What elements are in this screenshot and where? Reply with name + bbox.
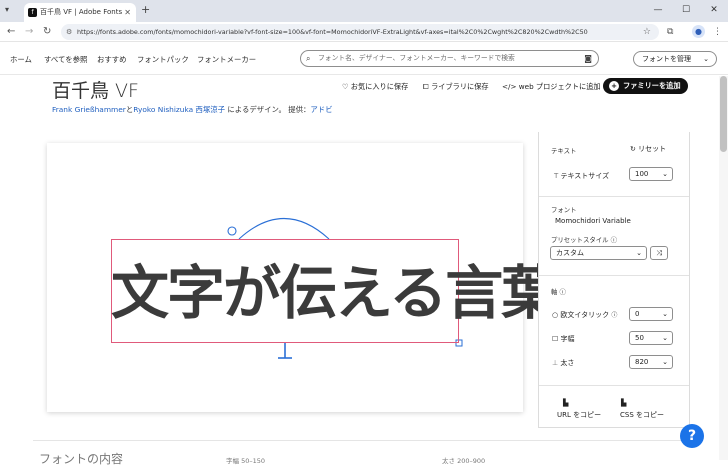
info-icon[interactable]: ⓘ: [611, 236, 617, 244]
add-family-label: ファミリーを追加: [623, 81, 681, 90]
axis-width-label: ☐ 字幅: [552, 334, 575, 344]
text-size-text: テキストサイズ: [560, 172, 610, 180]
width-axis-icon: ☐: [552, 335, 559, 343]
preset-style-label: プリセットスタイル ⓘ: [551, 235, 617, 244]
axis-weight-select[interactable]: 820 ⌄: [629, 355, 673, 369]
axis-weight-value: 820: [635, 358, 649, 366]
copy-css-button[interactable]: CSS をコピー: [620, 410, 664, 420]
scrollbar-thumb[interactable]: [720, 76, 727, 152]
font-section-label: フォント: [551, 206, 577, 214]
bookmark-star-icon[interactable]: ☆: [643, 24, 651, 40]
italic-arc-handle[interactable]: [238, 218, 330, 240]
text-section-label: テキスト: [551, 147, 577, 155]
axis-italic-select[interactable]: 0 ⌄: [629, 307, 673, 321]
axis-width-value: 50: [635, 334, 644, 342]
divider: [539, 385, 689, 386]
text-size-label: T テキストサイズ: [554, 171, 609, 181]
reset-icon: ↻: [630, 145, 636, 153]
add-family-button[interactable]: + ファミリーを追加: [603, 78, 688, 94]
profile-avatar-icon[interactable]: ●: [692, 25, 705, 38]
copy-url-icon[interactable]: ▙: [563, 399, 568, 407]
text-size-value: 100: [635, 170, 649, 178]
axis-italic-label: ○ 欧文イタリック ⓘ: [552, 310, 617, 320]
help-button[interactable]: ?: [680, 424, 704, 448]
reset-label: リセット: [638, 145, 667, 153]
axis-italic-value: 0: [635, 310, 640, 318]
divider: [539, 196, 689, 197]
italic-axis-icon: ○: [552, 311, 559, 319]
weight-range: 太さ 200–900: [442, 457, 486, 465]
axis-width-text: 字幅: [560, 335, 575, 343]
chevron-down-icon: ⌄: [662, 334, 668, 342]
divider: [539, 275, 689, 276]
chevron-down-icon: ⌄: [662, 358, 668, 366]
text-size-select[interactable]: 100 ⌄: [629, 167, 673, 181]
preset-style-text: プリセットスタイル: [551, 236, 609, 244]
preset-style-value: カスタム: [556, 249, 584, 257]
shuffle-button[interactable]: ⤨: [650, 246, 668, 260]
weight-axis-icon: ⊥: [552, 359, 559, 367]
font-name: Momochidori Variable: [555, 217, 631, 225]
copy-css-icon[interactable]: ▙: [621, 399, 626, 407]
axis-weight-label: ⊥ 太さ: [552, 358, 574, 368]
cloud-add-icon: +: [609, 81, 619, 91]
axis-italic-text: 欧文イタリック: [560, 311, 610, 319]
chevron-down-icon: ⌄: [662, 170, 668, 178]
axis-weight-text: 太さ: [560, 359, 575, 367]
chevron-down-icon: ⌄: [703, 55, 709, 63]
window-controls: — ☐ ✕: [644, 0, 728, 22]
shuffle-icon: ⤨: [656, 249, 662, 257]
chevron-down-icon: ⌄: [662, 310, 668, 318]
extensions-icon[interactable]: ⧉: [667, 25, 673, 39]
camera-icon[interactable]: ◙: [584, 51, 592, 66]
italic-knob-handle[interactable]: [227, 226, 237, 236]
maximize-icon[interactable]: ☐: [672, 0, 700, 22]
preset-style-select[interactable]: カスタム ⌄: [550, 246, 647, 260]
minimize-icon[interactable]: —: [644, 0, 672, 22]
copy-url-button[interactable]: URL をコピー: [557, 410, 601, 420]
manage-fonts-label: フォントを管理: [642, 55, 691, 63]
width-range: 字幅 50–150: [226, 457, 265, 465]
axes-section-label: 軸 ⓘ: [551, 287, 566, 296]
font-contents-section: フォントの内容 字幅 50–150 太さ 200–900: [33, 440, 685, 466]
chevron-down-icon: ⌄: [636, 249, 642, 257]
info-icon[interactable]: ⓘ: [611, 312, 617, 319]
text-size-icon: T: [554, 172, 559, 180]
reset-button[interactable]: ↻ リセット: [630, 144, 666, 154]
info-icon[interactable]: ⓘ: [559, 288, 565, 296]
browser-menu-icon[interactable]: ⋮: [713, 25, 722, 39]
section-title: フォントの内容: [39, 452, 124, 466]
sample-text[interactable]: 文字が伝える言葉: [111, 248, 559, 338]
axes-section-text: 軸: [551, 288, 558, 296]
close-window-icon[interactable]: ✕: [700, 0, 728, 22]
manage-fonts-button[interactable]: フォントを管理 ⌄: [633, 51, 717, 67]
axis-width-select[interactable]: 50 ⌄: [629, 331, 673, 345]
